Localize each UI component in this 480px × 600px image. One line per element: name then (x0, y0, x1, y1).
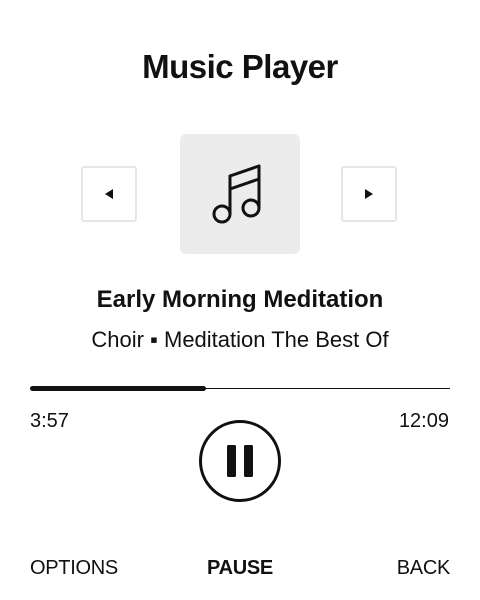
previous-track-button[interactable] (81, 166, 137, 222)
total-time: 12:09 (398, 410, 449, 432)
progress-bar[interactable] (30, 386, 450, 392)
page-title: Music Player (142, 48, 338, 85)
music-note-icon (212, 164, 261, 224)
next-track-button[interactable] (341, 166, 397, 222)
elapsed-time: 3:57 (30, 410, 69, 432)
pause-button[interactable] (199, 420, 281, 502)
pause-icon (227, 445, 253, 477)
triangle-right-icon (365, 189, 373, 199)
triangle-left-icon (105, 189, 113, 199)
track-artist-album: Choir ▪ Meditation The Best Of (91, 327, 389, 352)
album-art (180, 134, 300, 254)
track-title: Early Morning Meditation (96, 286, 384, 313)
progress-fill (30, 386, 207, 391)
back-softkey[interactable]: BACK (397, 557, 451, 580)
